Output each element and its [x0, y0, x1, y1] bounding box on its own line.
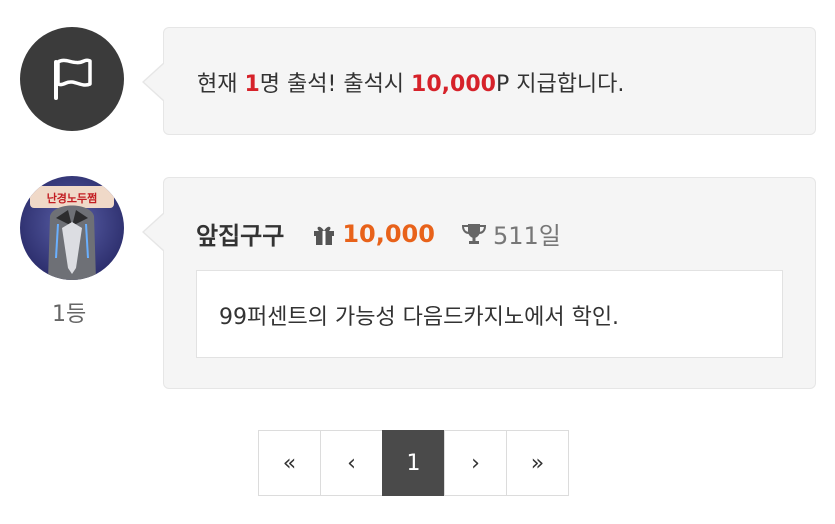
attendance-days: 511일 — [492, 222, 561, 250]
comment-box: 99퍼센트의 가능성 다음드카지노에서 학인. — [196, 270, 783, 358]
reward-points: 10,000 — [411, 72, 496, 97]
flag-icon — [54, 58, 92, 100]
attendance-count: 1 — [244, 72, 260, 97]
attendance-notice: 현재 1명 출석! 출석시 10,000P 지급합니다. — [142, 27, 816, 135]
gift-icon — [314, 226, 335, 245]
trophy-icon — [461, 223, 486, 244]
attendance-entry: 앞집구구 10,000 511일 99퍼센트의 가능성 다음드카지노에서 학인. — [142, 177, 816, 389]
attendance-flag-badge — [20, 27, 124, 131]
gift-badge: 10,000 — [312, 220, 435, 248]
avatar-badge-text: 난경노두쩜 — [47, 191, 98, 205]
prev-page-button[interactable]: ‹ — [320, 430, 383, 496]
user-points: 10,000 — [342, 219, 435, 248]
username[interactable]: 앞집구구 — [196, 216, 284, 251]
rank-label: 1등 — [52, 302, 87, 327]
streak-badge: 511일 — [461, 216, 561, 251]
pagination: « ‹ 1 › » — [258, 430, 569, 496]
comment-text: 99퍼센트의 가능성 다음드카지노에서 학인. — [219, 305, 620, 330]
last-page-button[interactable]: » — [506, 430, 569, 496]
notice-text: 현재 1명 출석! 출석시 10,000P 지급합니다. — [197, 72, 625, 97]
next-page-button[interactable]: › — [444, 430, 507, 496]
current-page-button[interactable]: 1 — [382, 430, 445, 496]
first-page-button[interactable]: « — [258, 430, 321, 496]
avatar[interactable]: 난경노두쩜 — [20, 176, 124, 280]
user-info-row: 앞집구구 10,000 511일 — [196, 216, 561, 251]
